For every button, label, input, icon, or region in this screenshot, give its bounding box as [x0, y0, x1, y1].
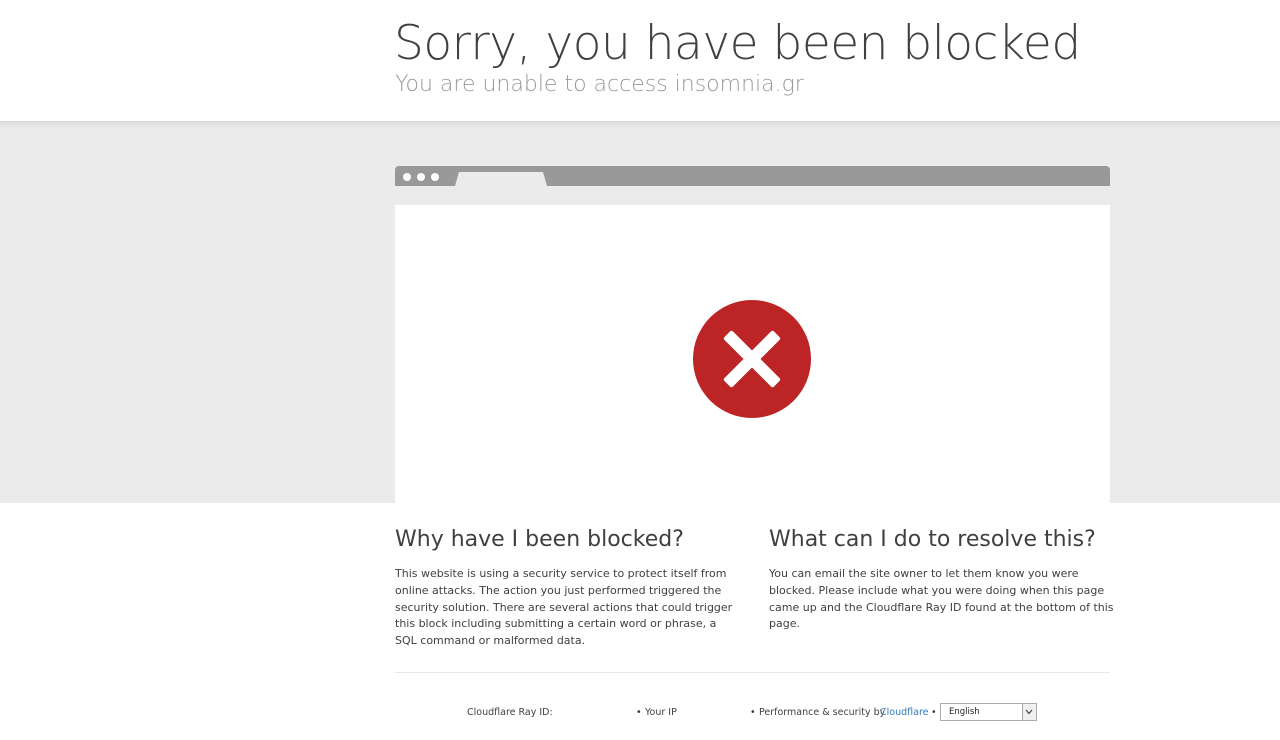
why-blocked-text: This website is using a security service… [395, 567, 733, 648]
chevron-down-icon [1025, 709, 1033, 715]
page-title: Sorry, you have been blocked [394, 16, 1081, 71]
footer-separator: • [750, 707, 756, 718]
ray-id-label: Cloudflare Ray ID: [467, 707, 553, 718]
footer-separator: • [931, 707, 937, 718]
resolve-heading: What can I do to resolve this? [769, 527, 1096, 552]
error-x-circle-icon [693, 300, 811, 418]
window-dot-icon [431, 173, 439, 181]
browser-illustration-tab [455, 172, 547, 186]
why-blocked-heading: Why have I been blocked? [395, 527, 684, 552]
page-footer: Cloudflare Ray ID: • Your IP • Performan… [0, 702, 1280, 724]
footer-divider [395, 672, 1110, 673]
language-select[interactable]: English [940, 703, 1037, 721]
language-selected-value: English [949, 707, 980, 717]
your-ip-label: Your IP [645, 707, 677, 718]
resolve-text: You can email the site owner to let them… [769, 567, 1114, 631]
window-dot-icon [403, 173, 411, 181]
page-header: Sorry, you have been blocked You are una… [0, 0, 1280, 121]
footer-separator: • [636, 707, 642, 718]
performance-label: Performance & security by [759, 707, 886, 718]
language-select-arrow[interactable] [1022, 704, 1036, 720]
cloudflare-link[interactable]: Cloudflare [880, 707, 928, 718]
window-dot-icon [417, 173, 425, 181]
page-subtitle: You are unable to access insomnia.gr [395, 72, 804, 97]
